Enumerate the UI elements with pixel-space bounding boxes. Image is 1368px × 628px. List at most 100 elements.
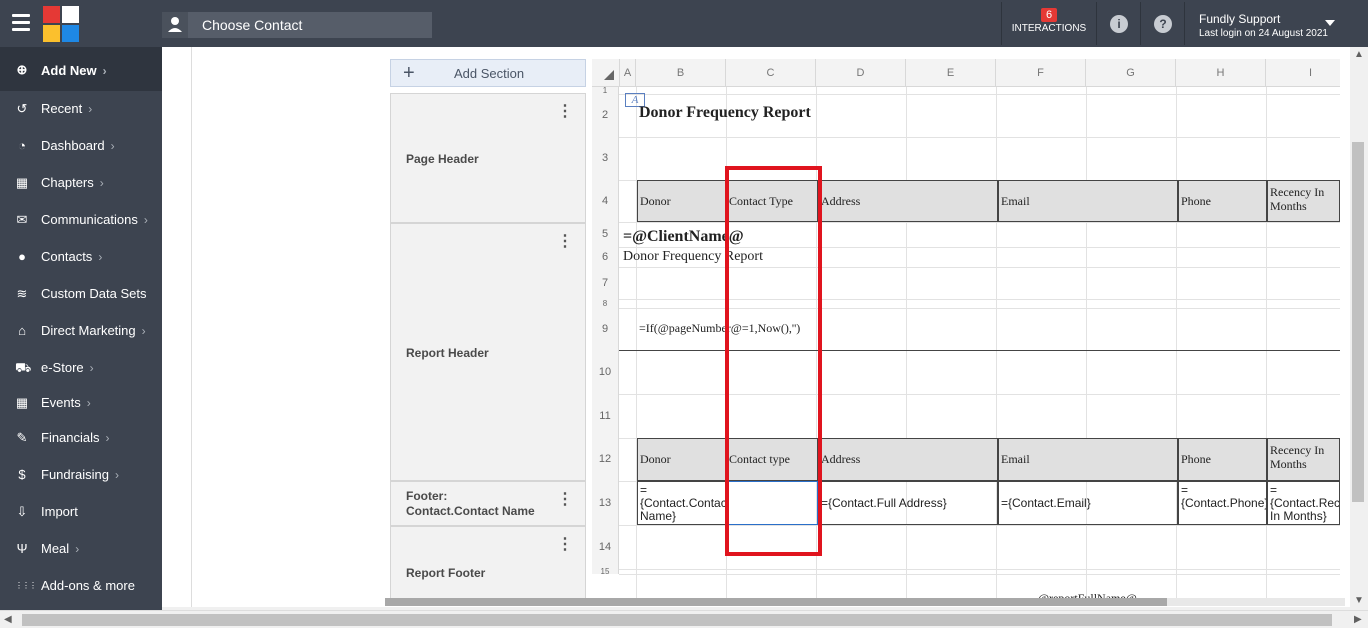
user-name: Fundly Support [1199, 12, 1281, 26]
row-header-1[interactable]: 1 [592, 87, 619, 95]
detail-header-column-2[interactable]: Address [818, 438, 998, 481]
sidebar-item-chapters[interactable]: ▦ Chapters › [0, 165, 162, 202]
more-options-icon[interactable]: ⋮ [557, 234, 573, 250]
app-logo[interactable] [43, 6, 79, 42]
row-header-11[interactable]: 11 [592, 394, 619, 438]
horizontal-scrollbar[interactable]: ◀ ▶ [0, 610, 1368, 628]
detail-header-column-3[interactable]: Email [998, 438, 1178, 481]
column-header-d[interactable]: D [816, 59, 906, 87]
sidebar-item-label-wrap: Add-ons & more [41, 578, 135, 593]
sidebar-item-contacts[interactable]: ● Contacts › [0, 239, 162, 276]
column-header-a[interactable]: A [620, 59, 636, 87]
column-header-i[interactable]: I [1266, 59, 1340, 87]
detail-value-cell-3[interactable]: ={Contact.Email} [998, 481, 1178, 525]
section-report-footer[interactable]: ⋮ Report Footer [390, 526, 586, 606]
row-header-7[interactable]: 7 [592, 267, 619, 299]
scrollbar-thumb[interactable] [385, 598, 1167, 606]
page-header-column-3[interactable]: Email [998, 180, 1178, 222]
menu-icon[interactable] [12, 14, 30, 31]
page-header-column-5[interactable]: Recency In Months [1267, 180, 1340, 222]
sidebar-item-events[interactable]: ▦ Events › [0, 385, 162, 422]
sidebar-item-e-store[interactable]: ⛟ e-Store › [0, 350, 162, 387]
row-header-10[interactable]: 10 [592, 350, 619, 394]
column-header-f[interactable]: F [996, 59, 1086, 87]
spreadsheet-grid[interactable]: ABCDEFGHI 1 2 3 4 5 6 7 8 9 10 11 12 13 14 15 A Donor … [592, 59, 1340, 600]
sidebar-item-add-new[interactable]: ⊕ Add New › [0, 47, 162, 91]
sidebar-item-fundraising[interactable]: $ Fundraising › [0, 457, 162, 494]
scroll-right-icon[interactable]: ▶ [1354, 614, 1362, 625]
middle-panel [192, 47, 385, 607]
detail-header-column-0[interactable]: Donor [637, 438, 727, 481]
row-header-15[interactable]: 15 [592, 568, 619, 576]
sidebar-item-label-wrap: Contacts › [41, 249, 102, 264]
sidebar-item-meal[interactable]: Ψ Meal › [0, 531, 162, 568]
detail-value-cell-5[interactable]: ={Contact.Recency In Months} [1267, 481, 1340, 525]
financials-icon: ✎ [16, 430, 28, 445]
chevron-right-icon: › [143, 213, 148, 227]
row-header-5[interactable]: 5 [592, 222, 619, 247]
detail-value-cell-0[interactable]: ={Contact.Contact Name} [637, 481, 727, 525]
sidebar-item-dashboard[interactable]: ◔ Dashboard › [0, 128, 162, 165]
section-footer-contact-name[interactable]: ⋮ Footer: Contact.Contact Name [390, 481, 586, 526]
direct-marketing-icon: ⌂ [18, 323, 26, 338]
sidebar-item-label: Import [41, 504, 78, 519]
row-header-4[interactable]: 4 [592, 180, 619, 222]
row-header-6[interactable]: 6 [592, 247, 619, 267]
info-icon[interactable]: i [1110, 15, 1128, 33]
sidebar-item-add-ons-more[interactable]: ⋮⋮⋮ Add-ons & more [0, 568, 162, 605]
row-header-12[interactable]: 12 [592, 438, 619, 481]
sidebar-item-label-wrap: Communications › [41, 212, 148, 227]
column-header-h[interactable]: H [1176, 59, 1266, 87]
choose-contact-field[interactable]: Choose Contact [162, 12, 432, 38]
interactions-button[interactable]: 6 INTERACTIONS [1004, 8, 1094, 34]
custom-data-sets-icon: ≋ [16, 286, 28, 301]
sidebar-item-import[interactable]: ⇩ Import [0, 494, 162, 531]
row-header-14[interactable]: 14 [592, 525, 619, 569]
row-header-13[interactable]: 13 [592, 481, 619, 525]
select-all-corner[interactable] [592, 59, 620, 87]
detail-value-cell-2[interactable]: ={Contact.Full Address} [818, 481, 998, 525]
report-title[interactable]: Donor Frequency Report [639, 104, 811, 122]
add-section-button[interactable]: + Add Section [390, 59, 586, 87]
sidebar-item-label-wrap: Direct Marketing › [41, 323, 146, 338]
row-header-8[interactable]: 8 [592, 299, 619, 308]
grid-horizontal-scrollbar[interactable] [385, 598, 1345, 606]
more-options-icon[interactable]: ⋮ [557, 104, 573, 120]
row-header-2[interactable]: 2 [592, 94, 619, 137]
sidebar-item-direct-marketing[interactable]: ⌂ Direct Marketing › [0, 313, 162, 350]
more-options-icon[interactable]: ⋮ [557, 492, 573, 508]
section-page-header[interactable]: ⋮ Page Header [390, 93, 586, 223]
row-header-9[interactable]: 9 [592, 308, 619, 350]
sidebar-item-label-wrap: Import [41, 504, 78, 519]
column-header-e[interactable]: E [906, 59, 996, 87]
chevron-down-icon[interactable] [1325, 20, 1335, 26]
page-header-column-0[interactable]: Donor [637, 180, 727, 222]
scrollbar-thumb[interactable] [1352, 142, 1364, 502]
column-header-c[interactable]: C [726, 59, 816, 87]
row-header-3[interactable]: 3 [592, 137, 619, 180]
scroll-up-icon[interactable]: ▲ [1354, 49, 1364, 60]
scroll-down-icon[interactable]: ▼ [1354, 595, 1364, 606]
page-header-column-2[interactable]: Address [818, 180, 998, 222]
column-header-b[interactable]: B [636, 59, 726, 87]
more-options-icon[interactable]: ⋮ [557, 537, 573, 553]
sidebar-item-custom-data-sets[interactable]: ≋ Custom Data Sets [0, 276, 162, 313]
vertical-scrollbar[interactable]: ▲ ▼ [1350, 47, 1368, 609]
choose-contact-label: Choose Contact [202, 17, 303, 33]
scrollbar-thumb[interactable] [22, 614, 1332, 626]
grid-line [619, 569, 1340, 570]
column-header-g[interactable]: G [1086, 59, 1176, 87]
page-header-column-4[interactable]: Phone [1178, 180, 1267, 222]
import-icon: ⇩ [16, 504, 28, 519]
scroll-left-icon[interactable]: ◀ [4, 614, 12, 625]
sidebar-item-recent[interactable]: ↺ Recent › [0, 91, 162, 128]
detail-header-column-4[interactable]: Phone [1178, 438, 1267, 481]
sidebar-item-financials[interactable]: ✎ Financials › [0, 420, 162, 457]
user-menu[interactable]: Fundly Support Last login on 24 August 2… [1199, 12, 1328, 39]
help-icon[interactable]: ? [1154, 15, 1172, 33]
sidebar-item-communications[interactable]: ✉ Communications › [0, 202, 162, 239]
chapters-icon: ▦ [15, 175, 29, 190]
detail-value-cell-4[interactable]: ={Contact.Phone} [1178, 481, 1267, 525]
section-report-header[interactable]: ⋮ Report Header [390, 223, 586, 481]
detail-header-column-5[interactable]: Recency In Months [1267, 438, 1340, 481]
